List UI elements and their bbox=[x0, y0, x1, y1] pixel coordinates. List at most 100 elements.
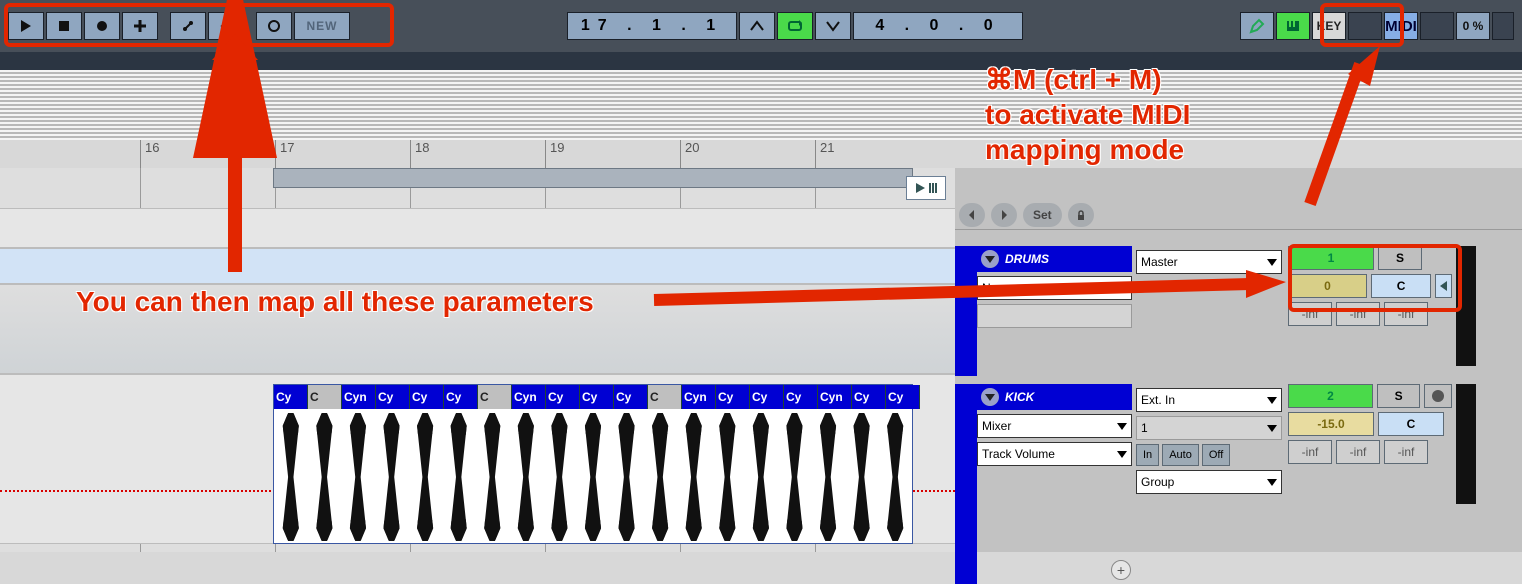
track-name-label: KICK bbox=[1005, 390, 1034, 404]
clip-label[interactable]: Cy bbox=[886, 385, 920, 409]
clip-label[interactable]: Cy bbox=[614, 385, 648, 409]
clip-label[interactable]: Cyn bbox=[512, 385, 546, 409]
monitor-in-button[interactable]: In bbox=[1136, 444, 1159, 466]
send-a-value[interactable]: -inf bbox=[1288, 440, 1332, 464]
punch-in-button[interactable] bbox=[739, 12, 775, 40]
clip-label[interactable]: Cy bbox=[750, 385, 784, 409]
computer-midi-keyboard-button[interactable] bbox=[1276, 12, 1310, 40]
track-mixer-area: 2 S -15.0 C -inf -inf -inf bbox=[1282, 384, 1452, 584]
loop-button[interactable] bbox=[777, 12, 813, 40]
collapse-icon[interactable] bbox=[981, 250, 999, 268]
send-c-value[interactable]: -inf bbox=[1384, 302, 1428, 326]
overdub-button[interactable] bbox=[122, 12, 158, 40]
midi-map-indicator bbox=[1420, 12, 1454, 40]
arm-record-button[interactable] bbox=[1424, 384, 1452, 408]
output-routing-select[interactable]: Master bbox=[1136, 250, 1282, 274]
ruler-tick: 18 bbox=[410, 140, 429, 168]
track-name-label: DRUMS bbox=[1005, 252, 1049, 266]
send-b-value[interactable]: -inf bbox=[1336, 440, 1380, 464]
send-b-value[interactable]: -inf bbox=[1336, 302, 1380, 326]
add-lane-button[interactable]: + bbox=[1111, 560, 1131, 580]
clip-label[interactable]: C bbox=[308, 385, 342, 409]
key-map-button[interactable]: KEY bbox=[1312, 12, 1346, 40]
clip-label[interactable]: Cy bbox=[410, 385, 444, 409]
midi-map-button[interactable]: MIDI bbox=[1384, 12, 1418, 40]
monitor-off-button[interactable]: Off bbox=[1202, 444, 1230, 466]
track-delay[interactable]: 0 bbox=[1288, 274, 1367, 298]
pan-control[interactable]: C bbox=[1378, 412, 1444, 436]
browser-nav-row: Set bbox=[955, 200, 1522, 230]
automation-empty-select[interactable] bbox=[977, 304, 1132, 328]
arrangement-view[interactable]: Cy C Cyn Cy Cy Cy C Cyn Cy Cy Cy C Cyn C… bbox=[0, 168, 955, 552]
ruler-tick: 19 bbox=[545, 140, 564, 168]
nav-forward-button[interactable] bbox=[991, 203, 1017, 227]
ruler-tick: 17 bbox=[275, 140, 294, 168]
pan-control[interactable]: C bbox=[1371, 274, 1432, 298]
nav-lock-button[interactable] bbox=[1068, 203, 1094, 227]
track-header-panel: Set DRUMS None Master 1 S 0 C bbox=[955, 168, 1522, 552]
track-title-area: DRUMS None bbox=[977, 246, 1132, 376]
draw-mode-button[interactable] bbox=[1240, 12, 1274, 40]
clip-label[interactable]: Cy bbox=[784, 385, 818, 409]
track-title-area: KICK Mixer Track Volume bbox=[977, 384, 1132, 584]
automation-arm-button[interactable] bbox=[170, 12, 206, 40]
monitor-auto-button[interactable]: Auto bbox=[1162, 444, 1199, 466]
track-lane-drums-automation[interactable] bbox=[0, 248, 955, 284]
clip-label[interactable]: Cy bbox=[716, 385, 750, 409]
send-c-value[interactable]: -inf bbox=[1384, 440, 1428, 464]
nav-set-button[interactable]: Set bbox=[1023, 203, 1062, 227]
clip-label[interactable]: C bbox=[478, 385, 512, 409]
clip-label[interactable]: Cyn bbox=[818, 385, 852, 409]
clip-label[interactable]: Cy bbox=[852, 385, 886, 409]
automation-param-select[interactable]: None bbox=[977, 276, 1132, 300]
track-name-kick[interactable]: KICK bbox=[977, 384, 1132, 410]
play-button[interactable] bbox=[8, 12, 44, 40]
pan-expand-icon[interactable] bbox=[1435, 274, 1452, 298]
arrangement-position[interactable]: 17 . 1 . 1 bbox=[567, 12, 737, 40]
collapse-icon[interactable] bbox=[981, 388, 999, 406]
input-channel-select[interactable]: 1 bbox=[1136, 416, 1282, 440]
clip-header-row: Cy C Cyn Cy Cy Cy C Cyn Cy Cy Cy C Cyn C… bbox=[274, 385, 912, 409]
follow-playback-button[interactable] bbox=[906, 176, 946, 200]
level-meter bbox=[1452, 246, 1482, 376]
device-select-mixer[interactable]: Mixer bbox=[977, 414, 1132, 438]
loop-length[interactable]: 4 . 0 . 0 bbox=[853, 12, 1023, 40]
clip-label[interactable]: Cy bbox=[546, 385, 580, 409]
clip-label[interactable]: Cy bbox=[274, 385, 308, 409]
back-to-arrangement-button[interactable] bbox=[208, 12, 244, 40]
track-lane-drums[interactable] bbox=[0, 208, 955, 248]
annotation-text-params: You can then map all these parameters bbox=[76, 284, 656, 319]
clip-waveforms bbox=[274, 409, 912, 545]
input-type-select[interactable]: Ext. In bbox=[1136, 388, 1282, 412]
clip-label[interactable]: Cy bbox=[444, 385, 478, 409]
ruler-tick: 21 bbox=[815, 140, 834, 168]
param-select-volume[interactable]: Track Volume bbox=[977, 442, 1132, 466]
solo-button[interactable]: S bbox=[1378, 246, 1422, 270]
record-button[interactable] bbox=[84, 12, 120, 40]
ruler-tick: 16 bbox=[140, 140, 159, 168]
loop-brace[interactable] bbox=[273, 168, 913, 188]
send-a-value[interactable]: -inf bbox=[1288, 302, 1332, 326]
track-activator[interactable]: 2 bbox=[1288, 384, 1373, 408]
clip-label[interactable]: Cyn bbox=[682, 385, 716, 409]
output-group-select[interactable]: Group bbox=[1136, 470, 1282, 494]
clip-label[interactable]: Cy bbox=[376, 385, 410, 409]
clip-label[interactable]: Cy bbox=[580, 385, 614, 409]
position-group: 17 . 1 . 1 4 . 0 . 0 bbox=[567, 12, 1023, 40]
clip-label[interactable]: Cyn bbox=[342, 385, 376, 409]
track-volume[interactable]: -15.0 bbox=[1288, 412, 1374, 436]
top-toolbar: NEW 17 . 1 . 1 4 . 0 . 0 KEY MIDI 0 % bbox=[0, 0, 1522, 52]
new-scene-button[interactable]: NEW bbox=[294, 12, 350, 40]
stop-button[interactable] bbox=[46, 12, 82, 40]
session-record-button[interactable] bbox=[256, 12, 292, 40]
track-activator[interactable]: 1 bbox=[1288, 246, 1374, 270]
clip-label[interactable]: C bbox=[648, 385, 682, 409]
kick-clip-region[interactable]: Cy C Cyn Cy Cy Cy C Cyn Cy Cy Cy C Cyn C… bbox=[273, 384, 913, 544]
track-color-stripe bbox=[955, 384, 977, 584]
solo-button[interactable]: S bbox=[1377, 384, 1420, 408]
key-map-indicator bbox=[1348, 12, 1382, 40]
track-name-drums[interactable]: DRUMS bbox=[977, 246, 1132, 272]
transport-group: NEW bbox=[8, 12, 350, 40]
punch-out-button[interactable] bbox=[815, 12, 851, 40]
nav-back-button[interactable] bbox=[959, 203, 985, 227]
